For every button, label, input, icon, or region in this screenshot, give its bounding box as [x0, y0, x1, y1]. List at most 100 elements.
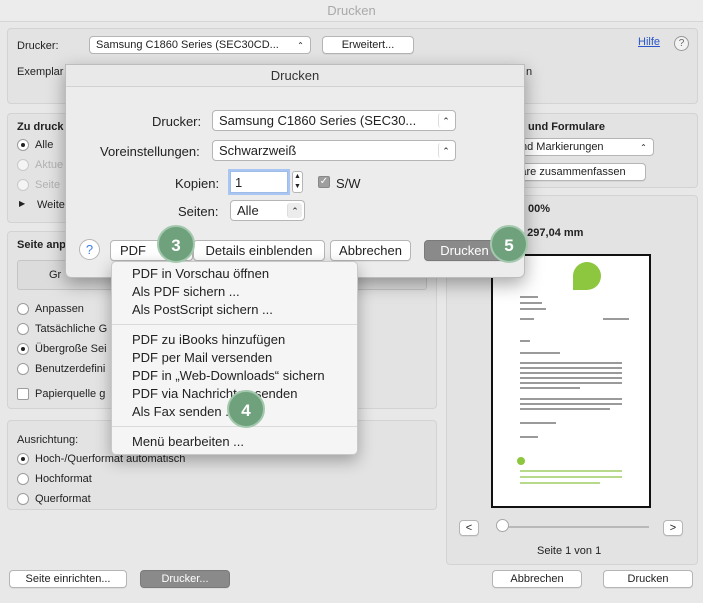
- oversize-label: Übergroße Sei: [35, 343, 107, 355]
- pdf-menu: PDF in Vorschau öffnen Als PDF sichern .…: [111, 261, 358, 455]
- custom-radio[interactable]: [17, 363, 29, 375]
- page-indicator: Seite 1 von 1: [537, 545, 602, 557]
- prev-page-label: <: [465, 522, 473, 534]
- menu-item-web-downloads[interactable]: PDF in „Web-Downloads“ sichern: [132, 368, 325, 383]
- paper-size: x 297,04 mm: [518, 227, 584, 239]
- oversize-radio[interactable]: [17, 343, 29, 355]
- pages-select[interactable]: Alle ⌃: [230, 200, 305, 221]
- range-pages-radio[interactable]: [17, 179, 29, 191]
- details-button-label: Details einblenden: [205, 243, 313, 258]
- sheet-cancel-button[interactable]: Abbrechen: [330, 240, 411, 261]
- range-all-label: Alle: [35, 139, 54, 151]
- presets-label: Voreinstellungen:: [100, 144, 200, 159]
- chevron-updown-icon: ⌃: [636, 141, 651, 153]
- menu-separator: [112, 324, 357, 325]
- menu-item-mail[interactable]: PDF per Mail versenden: [132, 350, 272, 365]
- step-badge-3: 3: [157, 225, 195, 263]
- menu-item-messages[interactable]: PDF via Nachrichten senden: [132, 386, 297, 401]
- menu-item-save-pdf[interactable]: Als PDF sichern ...: [132, 284, 240, 299]
- menu-item-edit-menu[interactable]: Menü bearbeiten ...: [132, 434, 244, 449]
- sheet-printer-label: Drucker:: [152, 114, 202, 129]
- custom-label: Benutzerdefini: [35, 363, 106, 375]
- page-slider-knob[interactable]: [496, 519, 509, 532]
- menu-item-fax[interactable]: Als Fax senden ...: [132, 404, 236, 419]
- pdf-button-label: PDF: [120, 243, 146, 258]
- next-page-button[interactable]: >: [663, 520, 683, 536]
- page-adjust-title: Seite anp: [17, 239, 66, 251]
- help-icon: ?: [85, 242, 94, 257]
- orientation-portrait-radio[interactable]: [17, 473, 29, 485]
- fit-radio[interactable]: [17, 303, 29, 315]
- printer-select-value: Samsung C1860 Series (SEC30CD...: [96, 39, 279, 51]
- range-more-label[interactable]: Weite: [37, 199, 65, 211]
- chevron-updown-icon: ⌃: [293, 39, 308, 51]
- copies-value: 1: [235, 175, 243, 190]
- forms-title: und Formulare: [528, 121, 606, 133]
- scale-percent: 00%: [528, 203, 551, 215]
- help-button[interactable]: ?: [79, 239, 100, 260]
- paper-source-checkbox[interactable]: [17, 388, 29, 400]
- print-range-title: Zu druck: [17, 121, 64, 133]
- presets-select[interactable]: Schwarzweiß ⌃: [212, 140, 456, 161]
- orientation-portrait-label: Hochformat: [35, 473, 92, 485]
- pages-value: Alle: [237, 203, 259, 218]
- question-icon[interactable]: ?: [674, 36, 689, 51]
- fit-label: Anpassen: [35, 303, 84, 315]
- size-segment-label: Gr: [49, 269, 62, 281]
- disclosure-triangle-icon[interactable]: ▶: [19, 199, 25, 208]
- pages-label: Seiten:: [178, 204, 219, 219]
- printer-select[interactable]: Samsung C1860 Series (SEC30CD... ⌃: [89, 36, 311, 54]
- chevron-updown-icon: ⌃: [438, 143, 453, 158]
- menu-item-save-postscript[interactable]: Als PostScript sichern ...: [132, 302, 273, 317]
- sheet-cancel-label: Abbrechen: [339, 243, 402, 258]
- leaf-logo-icon: [573, 262, 601, 290]
- printer-button[interactable]: Drucker...: [140, 570, 230, 588]
- range-current-radio[interactable]: [17, 159, 29, 171]
- copies-label: Exemplar: [17, 66, 64, 78]
- step-badge-4: 4: [227, 390, 265, 428]
- chevron-updown-icon: ⌃: [287, 203, 302, 218]
- cancel-button[interactable]: Abbrechen: [492, 570, 582, 588]
- range-all-radio[interactable]: [17, 139, 29, 151]
- green-dot-icon: [517, 457, 525, 465]
- sheet-printer-value: Samsung C1860 Series (SEC30...: [219, 113, 417, 128]
- orientation-landscape-label: Querformat: [35, 493, 91, 505]
- sheet-printer-select[interactable]: Samsung C1860 Series (SEC30... ⌃: [212, 110, 456, 131]
- paper-source-label: Papierquelle g: [35, 388, 106, 400]
- summarize-button-label: are zusammenfassen: [520, 166, 626, 178]
- orientation-auto-radio[interactable]: [17, 453, 29, 465]
- sheet-title: Drucken: [66, 65, 524, 87]
- sheet-print-label: Drucken: [440, 243, 489, 258]
- copies-label-sheet: Kopien:: [175, 176, 220, 191]
- orientation-landscape-radio[interactable]: [17, 493, 29, 505]
- actual-size-label: Tatsächliche G: [35, 323, 108, 335]
- page-setup-button[interactable]: Seite einrichten...: [9, 570, 127, 588]
- range-current-label: Aktue: [35, 159, 64, 171]
- orientation-label: Ausrichtung:: [17, 434, 79, 446]
- copies-stepper[interactable]: ▲ ▼: [292, 171, 303, 193]
- menu-item-ibooks[interactable]: PDF zu iBooks hinzufügen: [132, 332, 285, 347]
- help-link[interactable]: Hilfe: [638, 36, 660, 48]
- next-page-label: >: [669, 522, 677, 534]
- copies-input[interactable]: 1: [230, 171, 288, 193]
- print-sheet: Drucken Drucker: Samsung C1860 Series (S…: [65, 64, 525, 278]
- bw-checkbox[interactable]: ✓: [318, 176, 330, 188]
- bw-label: S/W: [336, 176, 361, 191]
- forms-select-value: nd Markierungen: [521, 141, 604, 153]
- copies-suffix: n: [526, 66, 533, 78]
- window-title: Drucken: [0, 0, 703, 22]
- range-pages-label: Seite: [35, 179, 61, 191]
- actual-size-radio[interactable]: [17, 323, 29, 335]
- menu-separator: [112, 426, 357, 427]
- page-preview: [491, 254, 651, 508]
- page-slider-track[interactable]: [497, 526, 649, 528]
- details-button[interactable]: Details einblenden: [193, 240, 325, 261]
- menu-item-open-preview[interactable]: PDF in Vorschau öffnen: [132, 266, 269, 281]
- step-badge-5: 5: [490, 225, 528, 263]
- print-button[interactable]: Drucken: [603, 570, 693, 588]
- advanced-button[interactable]: Erweitert...: [322, 36, 414, 54]
- printer-label: Drucker:: [17, 40, 59, 52]
- prev-page-button[interactable]: <: [459, 520, 479, 536]
- presets-value: Schwarzweiß: [219, 143, 297, 158]
- chevron-updown-icon: ⌃: [438, 113, 453, 128]
